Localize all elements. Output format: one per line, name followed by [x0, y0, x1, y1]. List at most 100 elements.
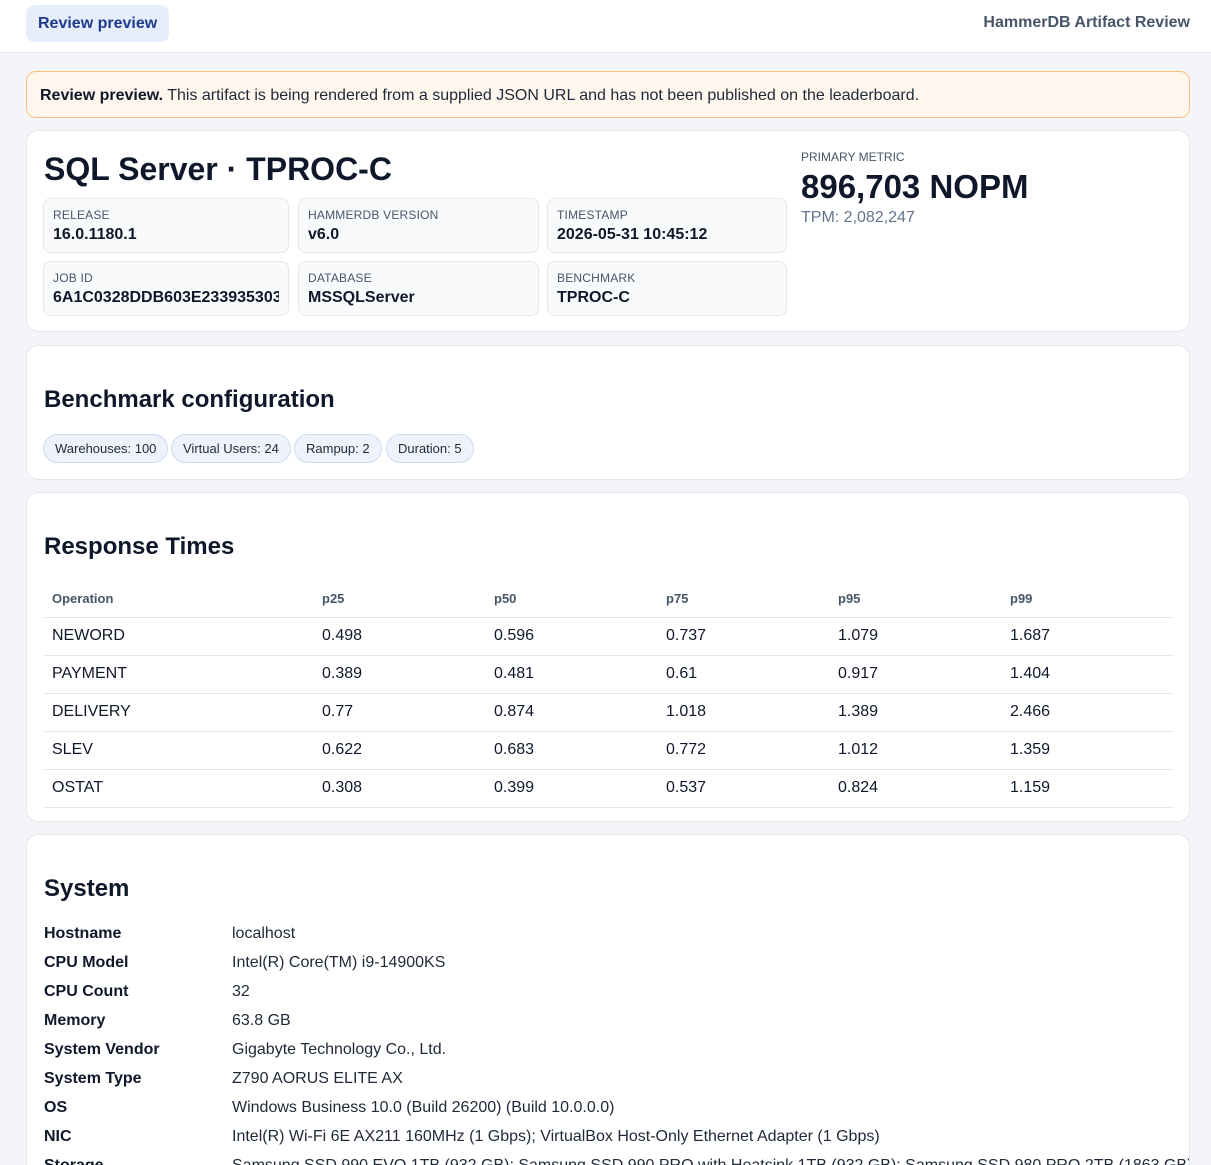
system-value: Intel(R) Wi-Fi 6E AX211 160MHz (1 Gbps);… [232, 1128, 880, 1145]
meta-label: Release [53, 208, 110, 222]
system-row-storage: Storage Samsung SSD 990 EVO 1TB (932 GB)… [44, 1157, 1189, 1165]
system-row-nic: NIC Intel(R) Wi-Fi 6E AX211 160MHz (1 Gb… [44, 1128, 1174, 1157]
system-card: System Hostname localhost CPU Model Inte… [26, 834, 1190, 1165]
system-value: Z790 AORUS ELITE AX [232, 1070, 403, 1087]
table-cell: PAYMENT [44, 655, 314, 694]
config-chip-warehouses: Warehouses: 100 [43, 434, 169, 463]
response-times-card: Response Times Operation p25 p50 p75 p95… [26, 492, 1190, 822]
system-key: System Type [44, 1070, 142, 1087]
system-value: Samsung SSD 990 EVO 1TB (932 GB); Samsun… [232, 1157, 1189, 1165]
system-row-hostname: Hostname localhost [44, 925, 1174, 954]
system-value: Gigabyte Technology Co., Ltd. [232, 1041, 447, 1058]
column-header: p75 [658, 581, 830, 618]
review-preview-banner: Review preview. This artifact is being r… [26, 71, 1190, 118]
meta-timestamp: Timestamp 2026-05-31 10:45:12 [547, 198, 787, 253]
table-cell: 1.079 [830, 617, 1002, 656]
table-cell: SLEV [44, 731, 314, 770]
meta-label: HammerDB Version [308, 208, 439, 222]
meta-value: TPROC-C [557, 289, 630, 306]
column-header: Operation [44, 581, 314, 618]
meta-value: v6.0 [308, 226, 340, 243]
section-title-configuration: Benchmark configuration [44, 386, 335, 413]
benchmark-configuration-card: Benchmark configuration Warehouses: 100 … [26, 345, 1190, 480]
system-key: OS [44, 1099, 68, 1116]
table-cell: 0.874 [486, 693, 658, 732]
table-cell: 0.61 [658, 655, 830, 694]
meta-job-id: Job ID 6A1C0328DDB603E233935303 [43, 261, 289, 316]
meta-label: Database [308, 271, 372, 285]
table-cell: 1.389 [830, 693, 1002, 732]
system-row-memory: Memory 63.8 GB [44, 1012, 1174, 1041]
meta-release: Release 16.0.1180.1 [43, 198, 289, 253]
system-value: Windows Business 10.0 (Build 26200) (Bui… [232, 1099, 615, 1116]
primary-metric-value: 896,703 NOPM [801, 168, 1029, 205]
meta-value: 16.0.1180.1 [53, 226, 137, 243]
table-row: SLEV 0.622 0.683 0.772 1.012 1.359 [44, 731, 1174, 770]
section-title-response-times: Response Times [44, 533, 235, 560]
system-key: Storage [44, 1157, 104, 1165]
table-cell: 0.772 [658, 731, 830, 770]
table-cell: 0.683 [486, 731, 658, 770]
meta-database: Database MSSQLServer [298, 261, 539, 316]
meta-value: 6A1C0328DDB603E233935303 [53, 289, 279, 306]
column-header: p99 [1002, 581, 1174, 618]
table-header-row: Operation p25 p50 p75 p95 p99 [44, 581, 1174, 618]
table-cell: NEWORD [44, 617, 314, 656]
table-row: PAYMENT 0.389 0.481 0.61 0.917 1.404 [44, 655, 1174, 694]
config-chip-rampup: Rampup: 2 [294, 434, 382, 463]
system-row-system-vendor: System Vendor Gigabyte Technology Co., L… [44, 1041, 1174, 1070]
primary-metric-label: Primary metric [801, 150, 905, 164]
system-key: CPU Model [44, 954, 129, 971]
config-chip-virtual-users: Virtual Users: 24 [171, 434, 291, 463]
table-row: DELIVERY 0.77 0.874 1.018 1.389 2.466 [44, 693, 1174, 732]
table-cell: 0.498 [314, 617, 486, 656]
table-cell: 0.537 [658, 769, 830, 808]
table-cell: 0.308 [314, 769, 486, 808]
table-cell: OSTAT [44, 769, 314, 808]
table-cell: 1.018 [658, 693, 830, 732]
table-cell: 1.404 [1002, 655, 1174, 694]
table-cell: 1.359 [1002, 731, 1174, 770]
table-row: OSTAT 0.308 0.399 0.537 0.824 1.159 [44, 769, 1174, 808]
system-value: localhost [232, 925, 296, 942]
table-cell: 1.159 [1002, 769, 1174, 808]
table-cell: 1.687 [1002, 617, 1174, 656]
meta-benchmark: Benchmark TPROC-C [547, 261, 787, 316]
table-cell: 0.917 [830, 655, 1002, 694]
table-cell: 0.389 [314, 655, 486, 694]
table-cell: 0.737 [658, 617, 830, 656]
table-cell: DELIVERY [44, 693, 314, 732]
table-cell: 2.466 [1002, 693, 1174, 732]
table-cell: 0.77 [314, 693, 486, 732]
brand-title: HammerDB Artifact Review [983, 14, 1190, 31]
meta-label: Benchmark [557, 271, 636, 285]
meta-label: Timestamp [557, 208, 628, 222]
table-cell: 0.399 [486, 769, 658, 808]
column-header: p50 [486, 581, 658, 618]
column-header: p95 [830, 581, 1002, 618]
summary-card: SQL Server · TPROC-C Release 16.0.1180.1… [26, 130, 1190, 332]
system-value: 63.8 GB [232, 1012, 291, 1029]
system-value: 32 [232, 983, 250, 1000]
top-bar: Review preview HammerDB Artifact Review [0, 0, 1211, 53]
system-key: System Vendor [44, 1041, 160, 1058]
config-chip-duration: Duration: 5 [386, 434, 474, 463]
system-row-cpu-model: CPU Model Intel(R) Core(TM) i9-14900KS [44, 954, 1174, 983]
meta-hammerdb-version: HammerDB Version v6.0 [298, 198, 539, 253]
system-row-os: OS Windows Business 10.0 (Build 26200) (… [44, 1099, 1174, 1128]
system-value: Intel(R) Core(TM) i9-14900KS [232, 954, 446, 971]
table-cell: 0.596 [486, 617, 658, 656]
table-cell: 0.824 [830, 769, 1002, 808]
table-cell: 0.622 [314, 731, 486, 770]
system-key: Memory [44, 1012, 106, 1029]
meta-label: Job ID [53, 271, 93, 285]
system-key: CPU Count [44, 983, 129, 1000]
banner-strong: Review preview. [40, 87, 164, 104]
tab-review-preview[interactable]: Review preview [26, 5, 170, 42]
page-title: SQL Server · TPROC-C [44, 151, 392, 187]
table-row: NEWORD 0.498 0.596 0.737 1.079 1.687 [44, 617, 1174, 656]
meta-value: MSSQLServer [308, 289, 415, 306]
response-times-table: Operation p25 p50 p75 p95 p99 NEWORD 0.4… [44, 581, 1174, 808]
system-row-cpu-count: CPU Count 32 [44, 983, 1174, 1012]
system-key: Hostname [44, 925, 122, 942]
